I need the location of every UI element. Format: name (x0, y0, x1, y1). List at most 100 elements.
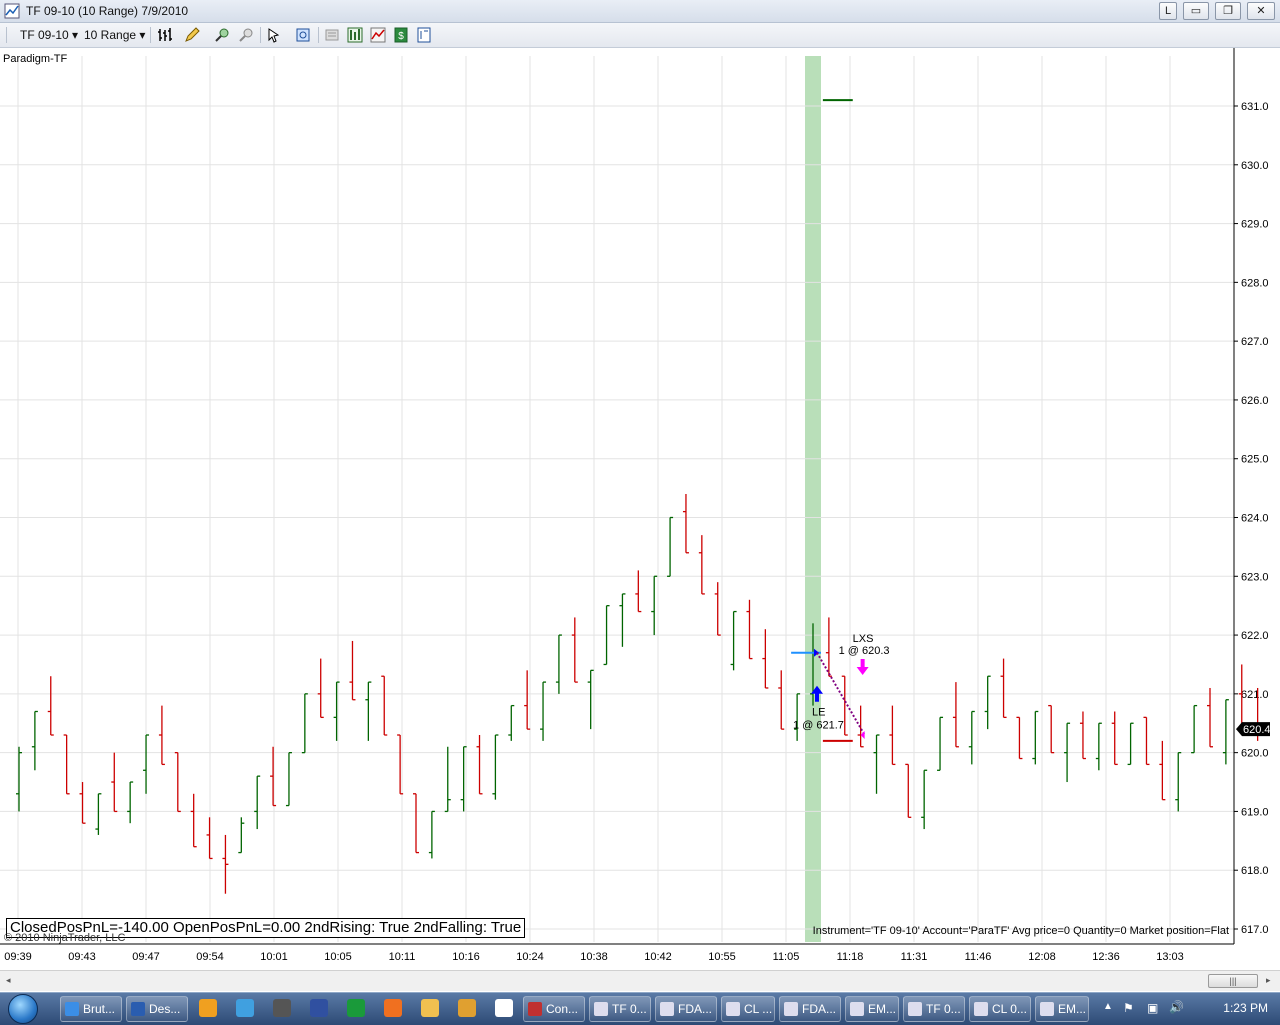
strategies-icon[interactable] (370, 27, 386, 43)
chevron-down-icon: ▾ (139, 28, 146, 42)
x-tick-label: 10:24 (516, 951, 544, 963)
y-tick-label: 628.0 (1241, 277, 1269, 289)
link-button[interactable]: L (1159, 2, 1177, 20)
y-tick-label: 623.0 (1241, 571, 1269, 583)
scroll-right-icon[interactable]: ▸ (1266, 975, 1271, 986)
chart-window-icon (850, 1002, 864, 1016)
close-button[interactable]: ✕ (1247, 2, 1275, 20)
x-tick-label: 10:38 (580, 951, 608, 963)
y-tick-label: 620.0 (1241, 748, 1269, 760)
horizontal-scrollbar[interactable]: ◂ ||| ▸ (0, 970, 1280, 991)
taskbar-button-chart-5[interactable]: EM... (845, 996, 899, 1022)
action-center-flag-icon[interactable]: ⚑ (1123, 1001, 1134, 1015)
pencil-icon[interactable] (458, 999, 476, 1017)
bar-type-icon[interactable] (157, 27, 173, 43)
y-tick-label: 617.0 (1241, 924, 1269, 936)
taskbar-label: Brut... (83, 1002, 116, 1016)
camera-icon[interactable] (273, 999, 291, 1017)
desktop-icon (131, 1002, 145, 1016)
chart-window-icon (660, 1002, 674, 1016)
windows-taskbar: Brut... Des... Con... TF 0... FDA... CL … (0, 992, 1280, 1025)
chart-window-icon (726, 1002, 740, 1016)
chart-window-icon (594, 1002, 608, 1016)
taskbar-button-chart-7[interactable]: CL 0... (969, 996, 1031, 1022)
taskbar-button-chart-6[interactable]: TF 0... (903, 996, 965, 1022)
toolbar-separator (318, 27, 319, 43)
toolbar-grip (6, 27, 7, 43)
instrument-selector[interactable]: TF 09-10 ▾ (20, 26, 78, 44)
session-highlight (805, 56, 821, 942)
browser-icon (65, 1002, 79, 1016)
x-tick-label: 10:55 (708, 951, 736, 963)
dollar-icon[interactable]: $ (393, 27, 409, 43)
y-tick-label: 629.0 (1241, 219, 1269, 231)
x-tick-label: 12:08 (1028, 951, 1056, 963)
minimize-button[interactable]: ▭ (1183, 2, 1209, 20)
taskbar-button-desktop[interactable]: Des... (126, 996, 188, 1022)
properties-icon[interactable] (324, 27, 340, 43)
scroll-thumb[interactable]: ||| (1208, 974, 1258, 988)
x-tick-label: 11:18 (837, 951, 864, 963)
ninjatrader-icon (528, 1002, 542, 1016)
data-box-icon[interactable] (295, 27, 311, 43)
y-tick-label: 626.0 (1241, 395, 1269, 407)
tray-expand-icon[interactable]: ▲ (1103, 1001, 1113, 1012)
instrument-label: TF 09-10 (20, 28, 69, 42)
exit-fill-label: 1 @ 620.3 (839, 645, 890, 657)
people-icon[interactable] (310, 999, 328, 1017)
taskbar-button-chart-3[interactable]: CL ... (721, 996, 775, 1022)
taskbar-button-chart-1[interactable]: TF 0... (589, 996, 651, 1022)
system-tray: ▲ ⚑ ▣ 🔊 1:23 PM (1097, 993, 1280, 1025)
x-tick-label: 10:01 (260, 951, 288, 963)
taskbar-button-chart-2[interactable]: FDA... (655, 996, 717, 1022)
last-price-label: 620.4 (1243, 724, 1271, 736)
y-tick-label: 627.0 (1241, 336, 1269, 348)
window-title: TF 09-10 (10 Range) 7/9/2010 (26, 4, 189, 18)
x-tick-label: 10:42 (644, 951, 672, 963)
copyright-text: © 2010 NinjaTrader, LLC (4, 932, 126, 944)
x-tick-label: 10:11 (389, 951, 416, 963)
draw-pencil-icon[interactable] (184, 27, 200, 43)
x-tick-label: 12:36 (1092, 951, 1120, 963)
price-chart[interactable]: 09:39 09:43 09:47 09:54 10:01 10:05 10:11 10:16… (0, 48, 1280, 970)
title-bar: TF 09-10 (10 Range) 7/9/2010 L ▭ ❐ ✕ (0, 0, 1280, 23)
maximize-button[interactable]: ❐ (1215, 2, 1241, 20)
indicator-name: Paradigm-TF (3, 53, 68, 65)
taskbar-label: Des... (149, 1002, 181, 1016)
taskbar-button-control[interactable]: Con... (523, 996, 585, 1022)
taskbar-button-chart-4[interactable]: FDA... (779, 996, 841, 1022)
vlc-cone-icon[interactable] (384, 999, 402, 1017)
x-tick-label: 13:03 (1156, 951, 1184, 963)
media-player-icon[interactable] (199, 999, 217, 1017)
windows-logo-icon[interactable] (236, 999, 254, 1017)
volume-icon[interactable]: 🔊 (1169, 1000, 1184, 1014)
taskbar-button-chart-8[interactable]: EM... (1035, 996, 1089, 1022)
toolbar-separator (260, 27, 261, 43)
app-h-icon[interactable] (347, 999, 365, 1017)
chart-toolbar: TF 09-10 ▾ 10 Range ▾ $ (0, 23, 1280, 48)
x-tick-label: 11:05 (773, 951, 800, 963)
taskbar-label: EM... (1058, 1002, 1087, 1016)
x-tick-label: 10:05 (324, 951, 352, 963)
period-selector[interactable]: 10 Range ▾ (84, 26, 145, 44)
entry-label: LE (812, 707, 825, 719)
chart-window-icon (1040, 1002, 1054, 1016)
smiley-icon[interactable] (421, 999, 439, 1017)
indicators-icon[interactable] (347, 27, 363, 43)
taskbar-button-browser[interactable]: Brut... (60, 996, 122, 1022)
taskbar-label: EM... (868, 1002, 897, 1016)
chart-window-icon (974, 1002, 988, 1016)
cursor-pointer-icon[interactable] (266, 27, 282, 43)
entry-fill-label: 1 @ 621.7 (793, 720, 844, 732)
start-button[interactable] (8, 994, 38, 1024)
chart-window-icon (908, 1002, 922, 1016)
instrument-info: Instrument='TF 09-10' Account='ParaTF' A… (812, 925, 1229, 937)
taskbar-label: CL 0... (992, 1002, 1027, 1016)
templates-icon[interactable] (416, 27, 432, 43)
zoom-in-icon[interactable] (214, 27, 230, 43)
scroll-left-icon[interactable]: ◂ (6, 975, 11, 986)
zoom-out-icon[interactable] (238, 27, 254, 43)
network-icon[interactable]: ▣ (1147, 1001, 1158, 1015)
taskbar-clock[interactable]: 1:23 PM (1223, 1001, 1268, 1015)
clock-app-icon[interactable] (495, 999, 513, 1017)
